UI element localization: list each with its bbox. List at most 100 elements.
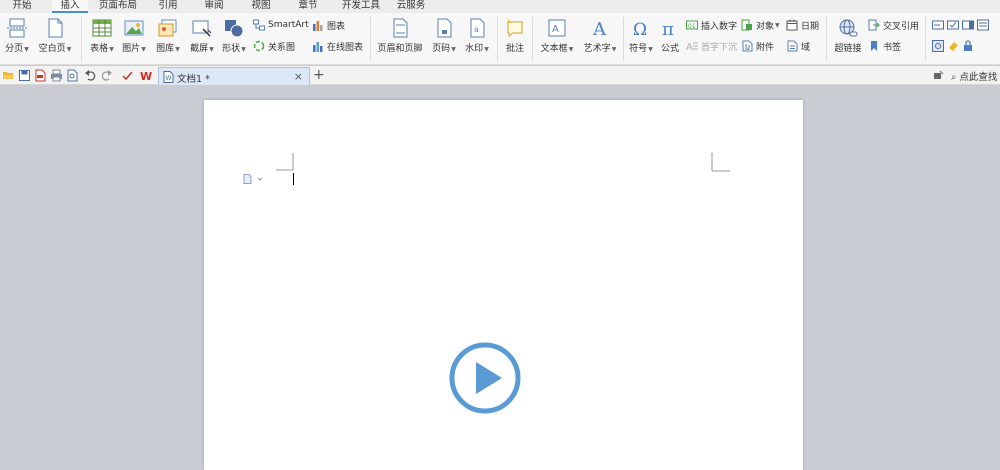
redo-icon[interactable]: [100, 69, 113, 82]
ribbon-divider: [532, 17, 533, 61]
form-eraser-icon[interactable]: [947, 40, 959, 52]
form-checkbox-icon[interactable]: [947, 19, 959, 31]
check-dropdown-icon[interactable]: [121, 69, 134, 82]
svg-text:W: W: [140, 70, 152, 82]
relation-chart-button[interactable]: 关系图: [253, 39, 295, 53]
lock-icon[interactable]: [962, 40, 974, 52]
textbox-icon: A: [548, 19, 566, 37]
document-tab-title: 文档1 *: [177, 74, 210, 85]
calendar-icon: [786, 19, 798, 31]
date-button[interactable]: 日期: [786, 18, 819, 32]
symbol-button[interactable]: Ω 符号▼: [626, 17, 656, 54]
print-preview-icon[interactable]: [66, 69, 79, 82]
insert-number-button[interactable]: 01 插入数字: [686, 18, 737, 32]
tab-review[interactable]: 审阅: [196, 0, 232, 13]
watermark-button[interactable]: a 水印▼: [461, 17, 493, 54]
toolbar-options-icon[interactable]: [933, 70, 944, 81]
cross-reference-button[interactable]: 交叉引用: [868, 18, 919, 32]
number-icon: 01: [686, 20, 698, 30]
tab-page-layout[interactable]: 页面布局: [92, 0, 144, 13]
chart-button[interactable]: 图表: [312, 18, 345, 32]
object-icon: [741, 19, 752, 31]
header-footer-icon: [393, 18, 408, 38]
gallery-button[interactable]: 图库▼: [152, 17, 184, 54]
form-list-icon[interactable]: [977, 19, 989, 31]
tab-insert[interactable]: 插入: [52, 0, 88, 13]
omega-icon: Ω: [633, 20, 647, 39]
margin-corner-top-left: [276, 153, 294, 171]
paragraph-options-icon[interactable]: [243, 174, 265, 184]
search-box[interactable]: ⌕ 点此查找: [951, 69, 997, 83]
document-tab[interactable]: W 文档1 * ×: [158, 67, 310, 85]
ribbon-divider: [81, 17, 82, 61]
play-icon[interactable]: [448, 341, 522, 415]
tab-developer[interactable]: 开发工具: [333, 0, 389, 13]
field-button[interactable]: 域: [786, 39, 810, 53]
export-pdf-icon[interactable]: [34, 69, 47, 82]
save-icon[interactable]: [18, 69, 31, 82]
drop-cap-button[interactable]: A 首字下沉: [686, 39, 737, 53]
ribbon-insert: 分页▼ 空白页▼ 表格▼ 图片▼ 图库▼ 截屏▼ 形状▼ SmartArt 图表…: [0, 13, 1000, 65]
new-tab-button[interactable]: +: [313, 67, 325, 83]
blank-page-button[interactable]: 空白页▼: [36, 17, 74, 54]
watermark-icon: a: [470, 18, 485, 38]
textbox-button[interactable]: A 文本框▼: [536, 17, 578, 54]
form-dropdown-icon[interactable]: [962, 19, 974, 31]
cross-reference-icon: [868, 19, 880, 31]
online-chart-icon: [313, 42, 323, 52]
table-button[interactable]: 表格▼: [87, 17, 117, 54]
attachment-button[interactable]: 附件: [741, 39, 774, 53]
document-icon: W: [163, 71, 174, 83]
page-number-button[interactable]: 页码▼: [428, 17, 460, 54]
bookmark-button[interactable]: 书签: [868, 39, 901, 53]
print-icon[interactable]: [50, 69, 63, 82]
smartart-icon: [253, 19, 265, 31]
comment-button[interactable]: 批注: [502, 17, 528, 54]
margin-corner-top-right: [711, 153, 730, 172]
document-page[interactable]: [204, 100, 803, 470]
open-folder-icon[interactable]: [2, 69, 15, 82]
pi-icon: π: [662, 19, 674, 39]
screenshot-button[interactable]: 截屏▼: [186, 17, 218, 54]
close-tab-icon[interactable]: ×: [294, 70, 303, 83]
tab-cloud[interactable]: 云服务: [391, 0, 431, 13]
attachment-icon: [742, 40, 753, 52]
online-chart-button[interactable]: 在线图表: [312, 39, 363, 53]
bar-chart-icon: [313, 21, 323, 31]
object-button[interactable]: 对象 ▼: [741, 18, 780, 32]
form-textbox-icon[interactable]: [932, 19, 944, 31]
svg-text:W: W: [166, 75, 172, 82]
ribbon-divider: [826, 17, 827, 61]
svg-text:A: A: [552, 24, 559, 35]
blank-page-icon: [48, 18, 63, 38]
header-footer-button[interactable]: 页眉和页脚: [375, 17, 425, 54]
svg-text:A: A: [592, 19, 607, 39]
svg-text:a: a: [474, 25, 479, 34]
smartart-button[interactable]: SmartArt: [253, 18, 309, 32]
tab-references[interactable]: 引用: [150, 0, 186, 13]
shape-button[interactable]: 形状▼: [218, 17, 250, 54]
tab-home[interactable]: 开始: [0, 0, 44, 13]
hyperlink-button[interactable]: 超链接: [831, 17, 865, 54]
field-icon: [787, 40, 798, 52]
table-icon: [92, 19, 112, 37]
search-icon: ⌕: [951, 72, 957, 83]
text-cursor: [293, 173, 294, 185]
page-break-button[interactable]: 分页▼: [2, 17, 32, 54]
formula-button[interactable]: π 公式: [657, 17, 683, 54]
tab-section[interactable]: 章节: [290, 0, 326, 13]
ribbon-divider: [370, 17, 371, 61]
bookmark-icon: [871, 41, 877, 51]
picture-icon: [124, 20, 144, 36]
wps-logo-icon[interactable]: W: [140, 69, 153, 82]
globe-link-icon: [839, 19, 858, 37]
relation-icon: [253, 40, 265, 52]
document-tab-bar: W W 文档1 * × + ⌕ 点此查找: [0, 66, 1000, 85]
wordart-icon: A: [592, 19, 607, 39]
drop-cap-icon: A: [686, 42, 698, 52]
wordart-button[interactable]: A 艺术字▼: [580, 17, 620, 54]
tab-view[interactable]: 视图: [243, 0, 279, 13]
picture-button[interactable]: 图片▼: [118, 17, 150, 54]
form-settings-icon[interactable]: [932, 40, 944, 52]
undo-icon[interactable]: [84, 69, 97, 82]
